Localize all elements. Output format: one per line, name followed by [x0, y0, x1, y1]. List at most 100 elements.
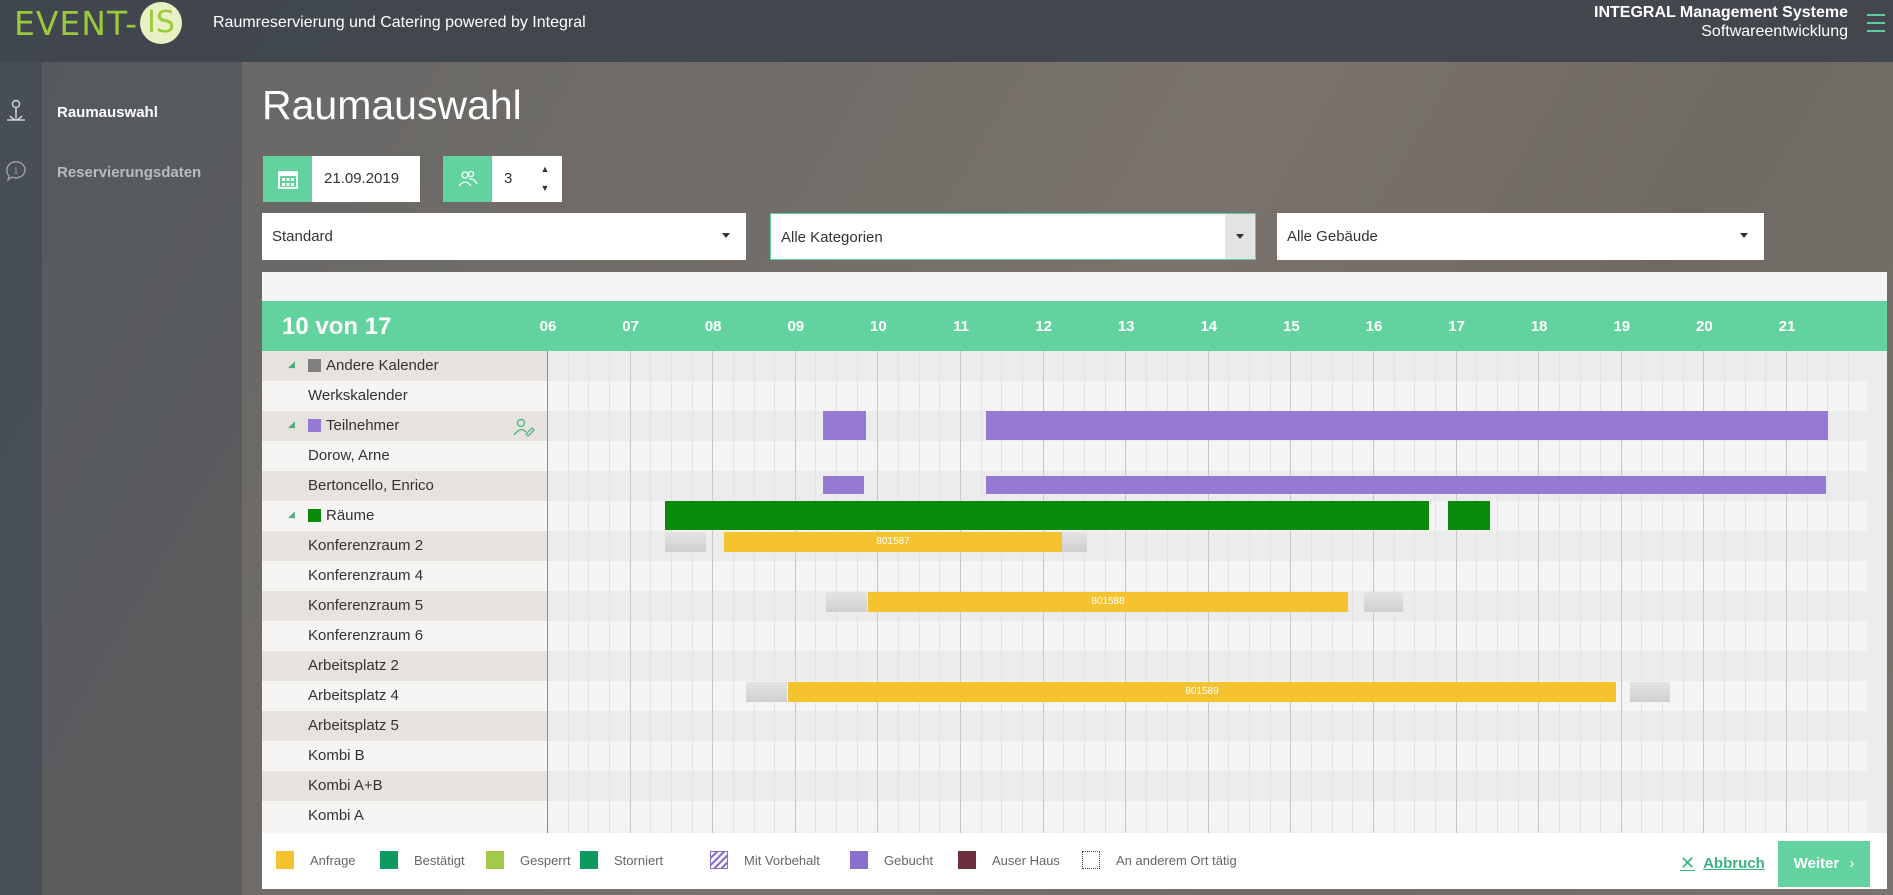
company-name: INTEGRAL Management Systeme	[1594, 4, 1848, 21]
stepper-up-icon[interactable]: ▲	[535, 160, 555, 179]
reservation-bar[interactable]: 801589	[788, 682, 1616, 702]
reservation-bar[interactable]: 801588	[868, 592, 1348, 612]
resource-row[interactable]: Kombi A+B	[262, 771, 547, 801]
resource-group[interactable]: ◢ Räume	[262, 501, 547, 531]
chevron-down-icon	[722, 233, 730, 238]
company-info: INTEGRAL Management Systeme Softwareentw…	[1594, 4, 1848, 41]
resource-group[interactable]: ◢ Andere Kalender	[262, 351, 547, 381]
resource-label: Räume	[326, 507, 375, 524]
hour-label: 13	[1117, 318, 1135, 335]
buffer-time-bar	[665, 532, 706, 552]
resource-row[interactable]: Bertoncello, Enrico	[262, 471, 547, 501]
availability-bar[interactable]	[665, 501, 1429, 530]
resource-label: Werkskalender	[308, 387, 408, 404]
building-select[interactable]: Alle Gebäude	[1277, 213, 1764, 260]
grid-line	[691, 351, 693, 833]
legend-item: Auser Haus	[958, 851, 1060, 869]
resource-label: Dorow, Arne	[308, 447, 390, 464]
reservation-bar[interactable]: 801587	[724, 532, 1062, 552]
cancel-button[interactable]: ✕ Abbruch	[1680, 853, 1765, 874]
buffer-time-bar	[826, 592, 867, 612]
buffer-time-bar	[1630, 682, 1670, 702]
legend-swatch	[486, 851, 504, 869]
group-swatch	[308, 509, 321, 522]
legend-swatch	[380, 851, 398, 869]
grid-line	[608, 351, 610, 833]
category-select[interactable]: Alle Kategorien	[770, 213, 1256, 260]
resource-label: Bertoncello, Enrico	[308, 477, 434, 494]
resource-row[interactable]: Konferenzraum 4	[262, 561, 547, 591]
legend-label: Anfrage	[310, 852, 356, 868]
hour-label: 06	[539, 318, 557, 335]
hour-label: 15	[1283, 318, 1300, 335]
resource-row[interactable]: Arbeitsplatz 4	[262, 681, 547, 711]
edit-person-icon[interactable]	[513, 417, 535, 437]
timeline-scrollbar[interactable]	[1867, 351, 1887, 833]
resource-row[interactable]: Konferenzraum 2	[262, 531, 547, 561]
next-button[interactable]: Weiter ›	[1778, 841, 1870, 887]
resource-label: Teilnehmer	[326, 417, 400, 434]
svg-text:i: i	[14, 166, 17, 177]
resource-label: Konferenzraum 5	[308, 597, 424, 614]
category-select-value: Alle Kategorien	[781, 229, 883, 246]
availability-bar[interactable]	[823, 411, 866, 440]
resource-row[interactable]: Arbeitsplatz 2	[262, 651, 547, 681]
resource-row[interactable]: Arbeitsplatz 5	[262, 711, 547, 741]
group-swatch	[308, 359, 321, 372]
availability-bar[interactable]	[823, 476, 864, 494]
app-logo[interactable]: EVENT- IS	[14, 2, 182, 44]
resource-row[interactable]: Konferenzraum 5	[262, 591, 547, 621]
result-count: 10 von 17	[282, 313, 392, 340]
legend-item: An anderem Ort tätig	[1082, 851, 1237, 869]
sidebar-item-raumauswahl[interactable]: Raumauswahl	[57, 104, 158, 121]
resource-group[interactable]: ◢ Teilnehmer	[262, 411, 547, 441]
hour-label: 09	[787, 318, 805, 335]
resource-row[interactable]: Kombi A	[262, 801, 547, 831]
timeline-start-line	[547, 351, 548, 833]
info-bubble-icon[interactable]: i	[3, 158, 29, 184]
calendar-button[interactable]	[263, 156, 312, 202]
expand-triangle-icon[interactable]: ◢	[288, 349, 295, 379]
expand-triangle-icon[interactable]: ◢	[288, 499, 295, 529]
availability-bar[interactable]	[986, 411, 1828, 440]
legend-item: Gebucht	[850, 851, 933, 869]
hour-label: 12	[1035, 318, 1052, 335]
sidebar-item-reservierungsdaten[interactable]: Reservierungsdaten	[57, 164, 201, 181]
timeline-grid[interactable]: 801587 801588 801589	[547, 351, 1867, 833]
legend-label: Gesperrt	[520, 852, 571, 868]
hour-label: 08	[704, 318, 722, 335]
stepper-down-icon[interactable]: ▼	[535, 179, 555, 198]
logo-mark: IS	[140, 2, 182, 44]
availability-bar[interactable]	[1448, 501, 1490, 530]
grid-line	[794, 351, 796, 833]
buffer-time-bar	[1364, 592, 1403, 612]
layout-select[interactable]: Standard	[262, 213, 746, 260]
sidebar: Raumauswahl Reservierungsdaten	[42, 62, 242, 895]
logo-text: EVENT-	[14, 3, 138, 43]
date-input[interactable]: 21.09.2019	[312, 156, 420, 202]
nav-icon-strip: i	[0, 62, 42, 895]
resource-row[interactable]: Konferenzraum 6	[262, 621, 547, 651]
hour-label: 16	[1365, 318, 1383, 335]
resource-label: Konferenzraum 4	[308, 567, 424, 584]
hour-label: 18	[1530, 318, 1548, 335]
building-select-value: Alle Gebäude	[1287, 228, 1378, 245]
resource-row[interactable]: Dorow, Arne	[262, 441, 547, 471]
legend-swatch	[958, 851, 976, 869]
group-swatch	[308, 419, 321, 432]
anchor-person-icon[interactable]	[3, 98, 29, 124]
grid-line	[629, 351, 631, 833]
grid-line	[670, 351, 672, 833]
top-bar: EVENT- IS Raumreservierung und Catering p…	[0, 0, 1893, 62]
legend-label: Auser Haus	[992, 852, 1060, 868]
availability-bar[interactable]	[986, 476, 1826, 494]
hour-label: 14	[1200, 318, 1218, 335]
layout-select-value: Standard	[272, 228, 333, 245]
expand-triangle-icon[interactable]: ◢	[288, 409, 295, 439]
hamburger-menu-icon[interactable]	[1867, 14, 1885, 38]
calendar-icon	[277, 171, 298, 189]
legend-label: An anderem Ort tätig	[1116, 852, 1237, 868]
resource-row[interactable]: Werkskalender	[262, 381, 547, 411]
persons-stepper[interactable]: ▲ ▼	[535, 160, 555, 198]
resource-row[interactable]: Kombi B	[262, 741, 547, 771]
